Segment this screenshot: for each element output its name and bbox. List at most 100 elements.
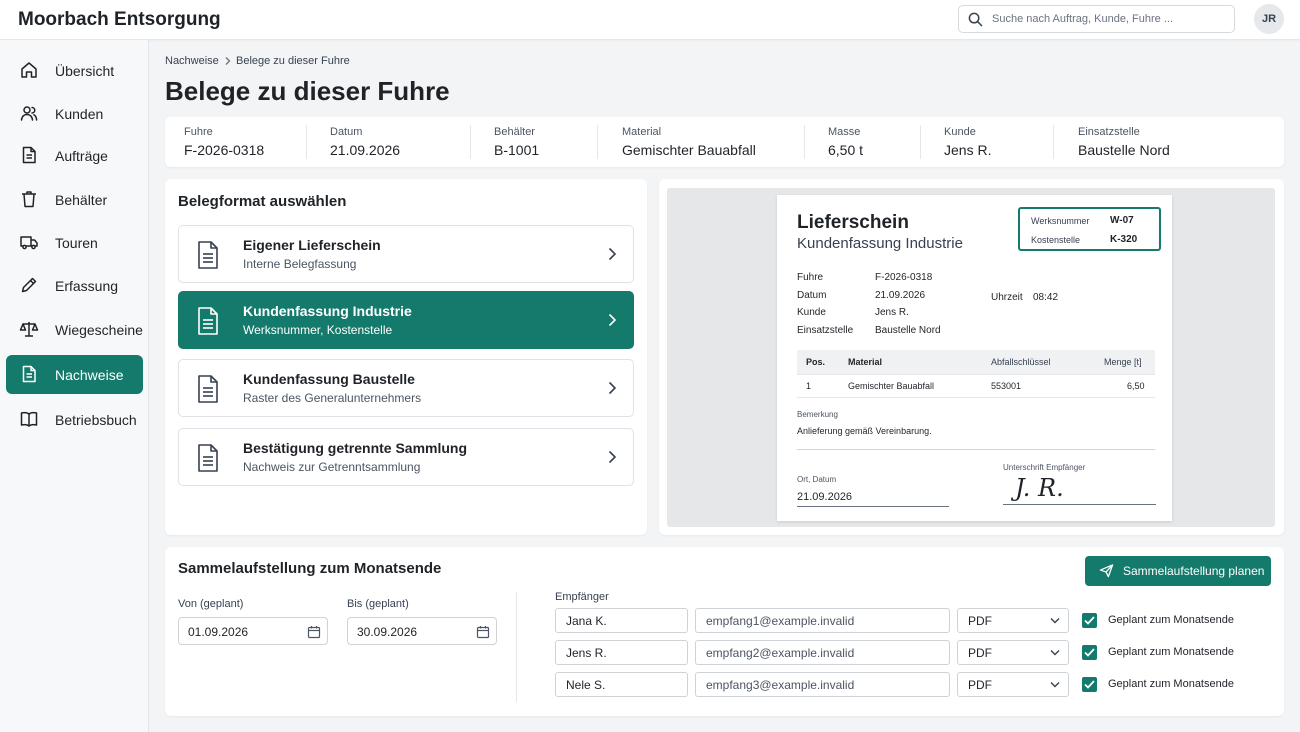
info-value: Baustelle Nord: [1078, 142, 1170, 158]
kst-label: Kostenstelle: [1031, 235, 1081, 245]
sidebar-item-wiegescheine[interactable]: Wiegescheine: [6, 310, 143, 349]
sidebar-item-touren[interactable]: Touren: [6, 223, 143, 262]
info-label: Einsatzstelle: [1078, 126, 1140, 138]
input-value: empfang3@example.invalid: [706, 678, 855, 692]
time-value: 08:42: [1033, 292, 1059, 303]
search-input[interactable]: [992, 10, 1227, 28]
format-panel-title: Belegformat auswählen: [178, 193, 347, 210]
chevron-right-icon: [608, 450, 617, 464]
input-value: empfang1@example.invalid: [706, 614, 855, 628]
table-cell: 1: [806, 381, 812, 391]
sidebar-item-behaelter[interactable]: Behälter: [6, 180, 143, 219]
delivery-note-sheet: Lieferschein Kundenfassung Industrie Wer…: [777, 195, 1172, 521]
scheduled-checkbox[interactable]: [1082, 645, 1097, 660]
info-label: Masse: [828, 126, 861, 138]
monthly-summary-title: Sammelaufstellung zum Monatsende: [178, 560, 442, 577]
document-icon: [22, 146, 36, 164]
recipient-format-select[interactable]: PDF: [957, 672, 1069, 697]
sidebar-item-uebersicht[interactable]: Übersicht: [6, 51, 143, 90]
option-subtitle: Raster des Generalunternehmers: [243, 391, 422, 405]
table-header-cell: Material: [848, 357, 883, 367]
format-option-kundenfassung-industrie[interactable]: Kundenfassung Industrie Werksnummer, Kos…: [178, 291, 634, 349]
sidebar-item-label: Behälter: [55, 192, 108, 208]
chevron-right-icon: [225, 57, 231, 65]
format-option-eigener-lieferschein[interactable]: Eigener Lieferschein Interne Belegfassun…: [178, 225, 634, 283]
info-value: Gemischter Bauabfall: [622, 142, 756, 158]
book-icon: [20, 411, 38, 427]
recipient-email-input[interactable]: empfang1@example.invalid: [695, 608, 950, 633]
field-value: 21.09.2026: [875, 290, 926, 301]
from-date-input[interactable]: 01.09.2026: [178, 617, 328, 645]
remark-label: Bemerkung: [797, 410, 838, 419]
sidebar: Übersicht Kunden Aufträge Behälter Toure…: [0, 40, 149, 732]
sidebar-item-nachweise[interactable]: Nachweise: [6, 355, 143, 394]
place-date-label: Ort, Datum: [797, 475, 837, 484]
werks-value: W-07: [1110, 215, 1134, 226]
schedule-summary-button[interactable]: Sammelaufstellung planen: [1085, 556, 1271, 586]
field-label: Datum: [797, 290, 827, 301]
remark-text: Anlieferung gemäß Vereinbarung.: [797, 426, 932, 436]
field-label: Fuhre: [797, 272, 824, 283]
recipient-name-input[interactable]: Jana K.: [555, 608, 688, 633]
recipient-name-input[interactable]: Jens R.: [555, 640, 688, 665]
search-box[interactable]: [958, 5, 1235, 33]
calendar-icon[interactable]: [476, 625, 490, 639]
info-label: Datum: [330, 126, 363, 138]
to-date-input[interactable]: 30.09.2026: [347, 617, 497, 645]
table-cell: 6,50: [1127, 381, 1145, 391]
checkbox-label: Geplant zum Monatsende: [1108, 614, 1234, 626]
recipient-email-input[interactable]: empfang2@example.invalid: [695, 640, 950, 665]
breadcrumb-current: Belege zu dieser Fuhre: [236, 55, 350, 67]
format-option-getrennte-sammlung[interactable]: Bestätigung getrennte Sammlung Nachweis …: [178, 428, 634, 486]
chevron-right-icon: [608, 381, 617, 395]
info-label: Material: [622, 126, 662, 138]
recipient-email-input[interactable]: empfang3@example.invalid: [695, 672, 950, 697]
check-icon: [1084, 680, 1095, 689]
scheduled-checkbox[interactable]: [1082, 677, 1097, 692]
truck-icon: [20, 236, 38, 250]
option-title: Kundenfassung Baustelle: [243, 371, 415, 387]
table-header-cell: Menge [t]: [1104, 357, 1142, 367]
sidebar-item-label: Betriebsbuch: [55, 412, 137, 428]
recipient-name-input[interactable]: Nele S.: [555, 672, 688, 697]
scheduled-checkbox[interactable]: [1082, 613, 1097, 628]
bin-icon: [22, 191, 36, 208]
format-option-kundenfassung-baustelle[interactable]: Kundenfassung Baustelle Raster des Gener…: [178, 359, 634, 417]
sidebar-item-erfassung[interactable]: Erfassung: [6, 266, 143, 305]
sidebar-item-label: Erfassung: [55, 278, 119, 294]
checkbox-label: Geplant zum Monatsende: [1108, 646, 1234, 658]
check-icon: [1084, 616, 1095, 625]
recipients-label: Empfänger: [555, 591, 609, 603]
calendar-icon[interactable]: [307, 625, 321, 639]
recipient-format-select[interactable]: PDF: [957, 640, 1069, 665]
info-value: 21.09.2026: [330, 142, 401, 158]
place-date-value: 21.09.2026: [797, 491, 853, 503]
sidebar-item-label: Wiegescheine: [55, 322, 143, 338]
search-icon: [968, 12, 983, 27]
chevron-down-icon: [1050, 682, 1060, 688]
document-preview: Lieferschein Kundenfassung Industrie Wer…: [667, 188, 1275, 527]
select-value: PDF: [968, 678, 992, 692]
table-header-cell: Abfallschlüssel: [991, 357, 1051, 367]
sidebar-item-auftraege[interactable]: Aufträge: [6, 136, 143, 175]
input-value: Jana K.: [566, 614, 607, 628]
avatar[interactable]: JR: [1254, 4, 1284, 34]
divider: [516, 592, 517, 702]
home-icon: [21, 62, 37, 78]
button-label: Sammelaufstellung planen: [1123, 564, 1265, 578]
date-value: 30.09.2026: [357, 625, 418, 639]
chevron-right-icon: [608, 247, 617, 261]
info-label: Fuhre: [184, 126, 213, 138]
field-value: F-2026-0318: [875, 272, 933, 283]
sidebar-item-kunden[interactable]: Kunden: [6, 94, 143, 133]
breadcrumb-link[interactable]: Nachweise: [165, 55, 219, 67]
document-icon: [198, 307, 218, 335]
info-value: B-1001: [494, 142, 540, 158]
info-value: 6,50 t: [828, 142, 864, 158]
chevron-down-icon: [1050, 650, 1060, 656]
recipient-format-select[interactable]: PDF: [957, 608, 1069, 633]
document-icon: [198, 444, 218, 472]
field-label: Kunde: [797, 307, 826, 318]
document-icon: [198, 241, 218, 269]
sidebar-item-betriebsbuch[interactable]: Betriebsbuch: [6, 400, 143, 439]
